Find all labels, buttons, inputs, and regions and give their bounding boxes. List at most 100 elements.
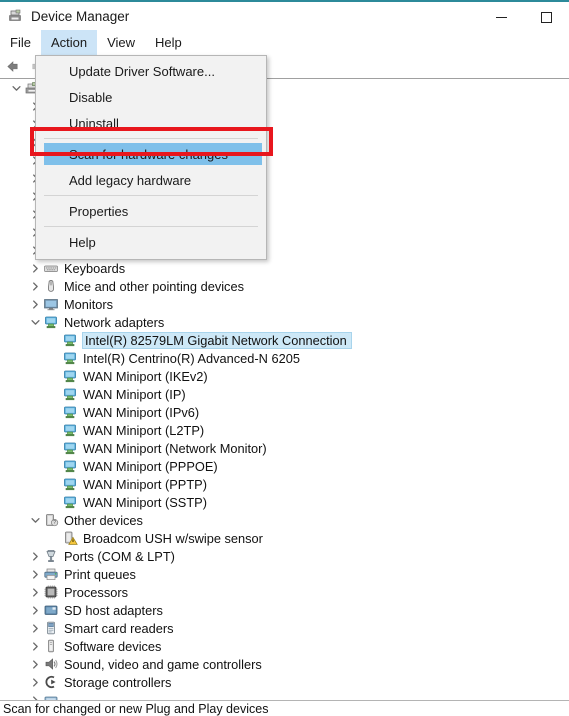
chevron-right-icon[interactable] <box>27 259 43 277</box>
tree-row[interactable]: Network adapters <box>0 313 569 331</box>
chevron-right-icon[interactable] <box>27 691 43 700</box>
back-arrow-icon <box>6 61 17 72</box>
menu-file[interactable]: File <box>0 30 41 55</box>
action-menu-item[interactable]: Update Driver Software... <box>36 60 266 82</box>
processor-icon <box>43 584 59 600</box>
action-menu-item[interactable]: Uninstall <box>36 112 266 134</box>
chevron-right-icon[interactable] <box>27 637 43 655</box>
tree-row-label: Sound, video and game controllers <box>64 656 262 672</box>
network-adapter-icon <box>62 440 78 456</box>
device-manager-window: Device Manager File Action View Help Key… <box>0 0 569 716</box>
chevron-right-icon[interactable] <box>27 295 43 313</box>
tree-row[interactable]: WAN Miniport (PPPOE) <box>0 457 569 475</box>
minimize-button[interactable] <box>479 2 524 32</box>
chevron-right-icon[interactable] <box>27 655 43 673</box>
tree-row[interactable]: Broadcom USH w/swipe sensor <box>0 529 569 547</box>
svg-text:?: ? <box>53 520 56 526</box>
software-device-icon <box>43 638 59 654</box>
tree-row[interactable]: WAN Miniport (L2TP) <box>0 421 569 439</box>
tree-row-label: Keyboards <box>64 260 126 276</box>
action-menu[interactable]: Update Driver Software... Disable Uninstal… <box>35 55 267 260</box>
maximize-icon <box>541 11 552 23</box>
tree-row[interactable]: Ports (COM & LPT) <box>0 547 569 565</box>
tree-row[interactable]: WAN Miniport (IPv6) <box>0 403 569 421</box>
tree-row[interactable]: WAN Miniport (IKEv2) <box>0 367 569 385</box>
tree-row-label: Mice and other pointing devices <box>64 278 244 294</box>
tree-row-label: Smart card readers <box>64 620 174 636</box>
tree-row[interactable]: Software devices <box>0 637 569 655</box>
tree-row-label: Network adapters <box>64 314 165 330</box>
tree-row[interactable]: Sound, video and game controllers <box>0 655 569 673</box>
menu-view[interactable]: View <box>97 30 145 55</box>
network-adapter-icon <box>62 350 78 366</box>
tree-row[interactable]: WAN Miniport (SSTP) <box>0 493 569 511</box>
action-menu-item[interactable]: Properties <box>36 200 266 222</box>
action-menu-item-label: Add legacy hardware <box>69 172 192 188</box>
port-icon <box>43 548 59 564</box>
chevron-right-icon[interactable] <box>27 547 43 565</box>
chevron-right-icon[interactable] <box>27 601 43 619</box>
tree-row[interactable]: ? Other devices <box>0 511 569 529</box>
tree-row-label: WAN Miniport (IKEv2) <box>83 368 208 384</box>
back-button[interactable] <box>0 56 24 78</box>
tree-row-label: SD host adapters <box>64 602 163 618</box>
tree-row[interactable]: Mice and other pointing devices <box>0 277 569 295</box>
chevron-down-icon[interactable] <box>8 79 24 97</box>
tree-row-label: WAN Miniport (L2TP) <box>83 422 205 438</box>
action-menu-item[interactable]: Add legacy hardware <box>36 169 266 191</box>
tree-row-label: WAN Miniport (PPTP) <box>83 476 207 492</box>
tree-row-label: Intel(R) Centrino(R) Advanced-N 6205 <box>83 350 300 366</box>
tree-row[interactable] <box>0 691 569 700</box>
tree-row-label: Monitors <box>64 296 114 312</box>
chevron-right-icon[interactable] <box>27 583 43 601</box>
printer-icon <box>43 566 59 582</box>
tree-row-label: Broadcom USH w/swipe sensor <box>83 530 263 546</box>
tree-row[interactable]: Keyboards <box>0 259 569 277</box>
tree-row[interactable]: Storage controllers <box>0 673 569 691</box>
network-adapter-icon <box>62 494 78 510</box>
minimize-icon <box>496 16 507 18</box>
tree-row-label: WAN Miniport (IP) <box>83 386 186 402</box>
chevron-right-icon[interactable] <box>27 619 43 637</box>
window-title: Device Manager <box>31 8 130 24</box>
title-bar: Device Manager <box>0 0 569 30</box>
tree-row[interactable]: WAN Miniport (Network Monitor) <box>0 439 569 457</box>
network-adapter-icon <box>62 476 78 492</box>
tree-row[interactable]: Print queues <box>0 565 569 583</box>
tree-row[interactable]: WAN Miniport (PPTP) <box>0 475 569 493</box>
tree-row[interactable]: SD host adapters <box>0 601 569 619</box>
menu-action[interactable]: Action <box>40 30 98 55</box>
tree-row[interactable]: WAN Miniport (IP) <box>0 385 569 403</box>
action-menu-item-label: Disable <box>69 89 113 105</box>
mouse-icon <box>43 278 59 294</box>
action-menu-item[interactable]: Help <box>36 231 266 253</box>
action-menu-item[interactable]: Disable <box>36 86 266 108</box>
chevron-right-icon[interactable] <box>27 565 43 583</box>
tree-row[interactable]: Smart card readers <box>0 619 569 637</box>
system-device-icon <box>43 692 59 700</box>
tree-row[interactable]: Processors <box>0 583 569 601</box>
action-menu-item[interactable]: Scan for hardware changes <box>44 143 262 165</box>
chevron-down-icon[interactable] <box>27 313 43 331</box>
tree-row[interactable]: Monitors <box>0 295 569 313</box>
chevron-right-icon[interactable] <box>27 673 43 691</box>
menu-separator <box>44 226 258 227</box>
chevron-right-icon[interactable] <box>27 277 43 295</box>
menu-help[interactable]: Help <box>145 30 192 55</box>
chevron-down-icon[interactable] <box>27 511 43 529</box>
tree-row[interactable]: Intel(R) 82579LM Gigabit Network Connect… <box>0 331 569 349</box>
keyboard-icon <box>43 260 59 276</box>
tree-row[interactable]: Intel(R) Centrino(R) Advanced-N 6205 <box>0 349 569 367</box>
action-menu-item-label: Help <box>69 234 96 250</box>
window-controls <box>479 2 569 32</box>
maximize-button[interactable] <box>524 2 569 32</box>
status-text: Scan for changed or new Plug and Play de… <box>3 702 269 716</box>
smartcard-icon <box>43 620 59 636</box>
